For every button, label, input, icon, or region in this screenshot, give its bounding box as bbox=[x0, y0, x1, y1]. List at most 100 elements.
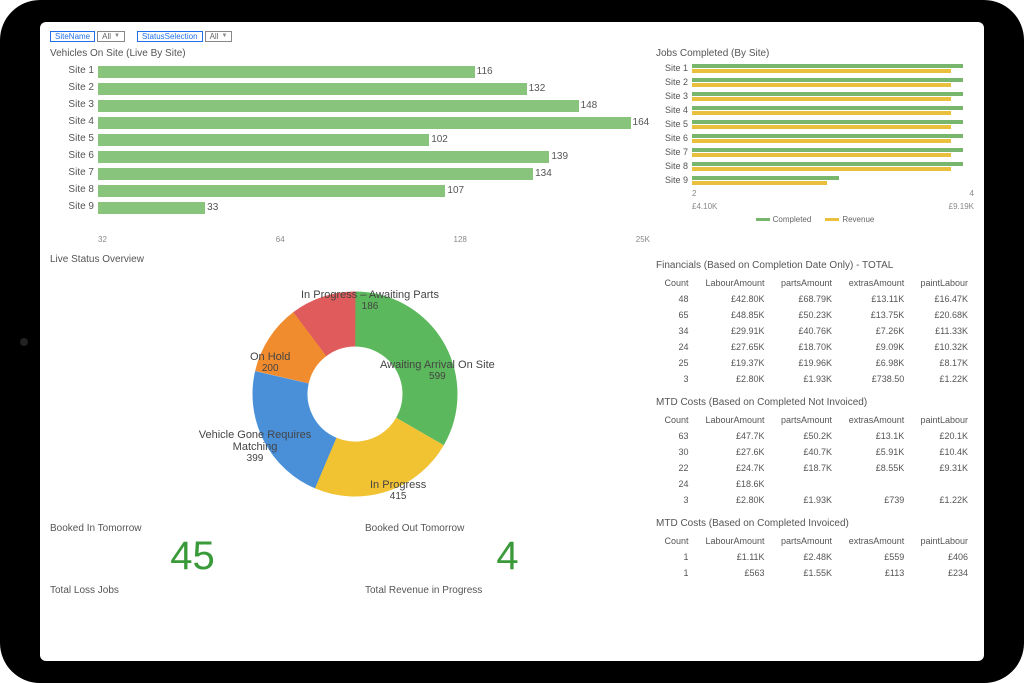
cell bbox=[838, 476, 910, 492]
table-row: 3£2.80K£1.93K£738.50£1.22K bbox=[656, 371, 974, 387]
bar-wrap[interactable] bbox=[692, 162, 974, 171]
lower-titles: Total Loss Jobs Total Revenue in Progres… bbox=[50, 585, 650, 596]
axis-tick: 32 bbox=[98, 235, 107, 244]
table-row: 24£27.65K£18.70K£9.09K£10.32K bbox=[656, 339, 974, 355]
bar-row: Site 3 bbox=[656, 91, 974, 101]
col-header: Count bbox=[656, 533, 695, 549]
cell: £2.48K bbox=[771, 549, 838, 565]
cell: £50.23K bbox=[771, 307, 838, 323]
axis-tick: £9.19K bbox=[949, 202, 974, 211]
bar-value: 139 bbox=[551, 151, 579, 162]
segment-count: 415 bbox=[370, 491, 426, 502]
cell: 30 bbox=[656, 444, 695, 460]
table-row: 30£27.6K£40.7K£5.91K£10.4K bbox=[656, 444, 974, 460]
tablet-frame: SiteName All ▼ StatusSelection All ▼ Veh… bbox=[0, 0, 1024, 683]
bar[interactable]: 102 bbox=[98, 134, 429, 146]
cell: £9.31K bbox=[910, 460, 974, 476]
cell: £40.7K bbox=[771, 444, 838, 460]
bar-wrap[interactable] bbox=[692, 106, 974, 115]
kpi-value: 45 bbox=[50, 534, 335, 579]
table-row: 1£1.11K£2.48K£559£406 bbox=[656, 549, 974, 565]
bar-label: Site 2 bbox=[656, 77, 692, 87]
bar-label: Site 8 bbox=[656, 161, 692, 171]
col-header: partsAmount bbox=[771, 533, 838, 549]
bar-label: Site 1 bbox=[50, 65, 94, 76]
bar[interactable]: 134 bbox=[98, 168, 533, 180]
cell: £11.33K bbox=[910, 323, 974, 339]
bar-row: Site 9 bbox=[656, 175, 974, 185]
vehicles-on-site-chart: Site 1 116 Site 2132 Site 3 148 Site 4 164 Site… bbox=[50, 63, 650, 233]
section-title: MTD Costs (Based on Completed Not Invoic… bbox=[656, 397, 974, 408]
segment-label: On Hold bbox=[250, 351, 290, 363]
cell: £19.37K bbox=[695, 355, 771, 371]
bar-row: Site 6 bbox=[656, 133, 974, 143]
bar-row: Site 6139 bbox=[98, 148, 650, 165]
bar-value: 134 bbox=[535, 168, 563, 179]
filter-label-status: StatusSelection bbox=[137, 31, 203, 42]
cell: £13.1K bbox=[838, 428, 910, 444]
table-row: 63£47.7K£50.2K£13.1K£20.1K bbox=[656, 428, 974, 444]
filter-sitename-select[interactable]: All ▼ bbox=[97, 31, 125, 42]
cell: £27.6K bbox=[695, 444, 771, 460]
cell: £40.76K bbox=[771, 323, 838, 339]
bar-wrap[interactable] bbox=[692, 134, 974, 143]
bar-row: Site 1 bbox=[656, 63, 974, 73]
bar[interactable]: 148 bbox=[98, 100, 579, 112]
table-row: 25£19.37K£19.96K£6.98K£8.17K bbox=[656, 355, 974, 371]
bar-wrap[interactable] bbox=[692, 176, 974, 185]
cell: 34 bbox=[656, 323, 695, 339]
segment-count: 186 bbox=[290, 301, 450, 312]
cell: £10.32K bbox=[910, 339, 974, 355]
cell: 65 bbox=[656, 307, 695, 323]
bar-row: Site 8 bbox=[656, 161, 974, 171]
dashboard-screen: SiteName All ▼ StatusSelection All ▼ Veh… bbox=[40, 22, 984, 661]
panel-jobs-completed: Jobs Completed (By Site) Site 1Site 2Sit… bbox=[656, 48, 974, 248]
cell: £9.09K bbox=[838, 339, 910, 355]
col-header: LabourAmount bbox=[695, 412, 771, 428]
bar-label: Site 7 bbox=[656, 147, 692, 157]
col-header: paintLabour bbox=[910, 275, 974, 291]
camera-dot bbox=[20, 338, 28, 346]
cell: 22 bbox=[656, 460, 695, 476]
filter-status-select[interactable]: All ▼ bbox=[205, 31, 233, 42]
bar-wrap[interactable] bbox=[692, 64, 974, 73]
bar[interactable]: 116 bbox=[98, 66, 475, 78]
bar-row: Site 4 bbox=[656, 105, 974, 115]
bar-wrap[interactable] bbox=[692, 120, 974, 129]
bar[interactable]: 33 bbox=[98, 202, 205, 214]
cell: £18.70K bbox=[771, 339, 838, 355]
cell: £29.91K bbox=[695, 323, 771, 339]
table-row: 48£42.80K£68.79K£13.11K£16.47K bbox=[656, 291, 974, 307]
bar-value: 132 bbox=[529, 83, 557, 94]
bar-label: Site 3 bbox=[50, 99, 94, 110]
bar-label: Site 4 bbox=[656, 105, 692, 115]
bar[interactable]: 107 bbox=[98, 185, 445, 197]
bar-row: Site 2132 bbox=[98, 80, 650, 97]
table-row: 65£48.85K£50.23K£13.75K£20.68K bbox=[656, 307, 974, 323]
bar[interactable]: 139 bbox=[98, 151, 549, 163]
lower-left-column: Live Status Overview Awaiting Arrival On… bbox=[50, 254, 650, 655]
table-mtd-invoiced: CountLabourAmountpartsAmountextrasAmount… bbox=[656, 533, 974, 581]
kpi-title: Booked Out Tomorrow bbox=[365, 523, 650, 534]
bar-wrap[interactable] bbox=[692, 78, 974, 87]
cell: £48.85K bbox=[695, 307, 771, 323]
legend-item: Revenue bbox=[842, 215, 874, 224]
bar-wrap[interactable] bbox=[692, 92, 974, 101]
section-title: MTD Costs (Based on Completed Invoiced) bbox=[656, 518, 974, 529]
cell: £16.47K bbox=[910, 291, 974, 307]
col-header: partsAmount bbox=[771, 275, 838, 291]
cell: £2.80K bbox=[695, 492, 771, 508]
col-header: extrasAmount bbox=[838, 533, 910, 549]
bar[interactable]: 164 bbox=[98, 117, 631, 129]
bar[interactable]: 132 bbox=[98, 83, 527, 95]
cell: £42.80K bbox=[695, 291, 771, 307]
filter-status-value: All bbox=[210, 32, 219, 41]
cell: 3 bbox=[656, 371, 695, 387]
cell: £1.93K bbox=[771, 371, 838, 387]
bar-value: 164 bbox=[633, 117, 661, 128]
bar-label: Site 4 bbox=[50, 116, 94, 127]
table-row: 24£18.6K bbox=[656, 476, 974, 492]
cell bbox=[910, 476, 974, 492]
panel-title: Total Loss Jobs bbox=[50, 585, 335, 596]
bar-wrap[interactable] bbox=[692, 148, 974, 157]
